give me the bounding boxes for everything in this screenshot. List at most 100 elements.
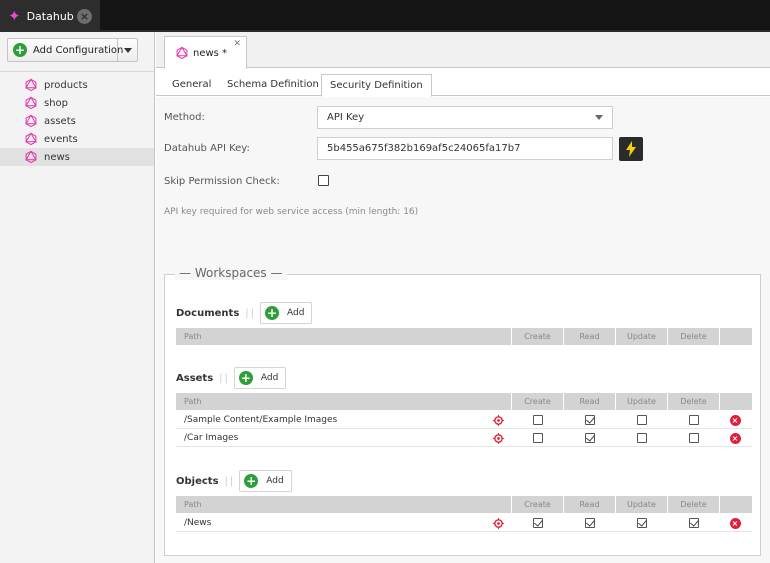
add-label: Add [287, 308, 305, 318]
delete-icon[interactable]: × [729, 414, 741, 426]
add-asset-button[interactable]: + Add [233, 367, 287, 389]
documents-title: Documents [176, 307, 240, 319]
read-checkbox[interactable] [585, 415, 595, 425]
add-configuration-dropdown[interactable] [117, 39, 137, 61]
add-configuration-label: Add Configuration [33, 44, 124, 56]
graphql-icon [176, 46, 188, 60]
add-object-button[interactable]: + Add [239, 470, 292, 492]
target-icon[interactable] [493, 432, 504, 444]
delete-icon[interactable]: × [729, 517, 741, 529]
update-checkbox[interactable] [637, 415, 647, 425]
column-delete: Delete [668, 393, 720, 410]
document-tab-label: news * [193, 47, 228, 59]
create-checkbox[interactable] [533, 433, 543, 443]
document-tab-bar: news * ✕ [156, 32, 770, 69]
target-icon[interactable] [493, 414, 504, 426]
divider [0, 71, 154, 72]
close-icon[interactable]: ✕ [233, 39, 241, 49]
sidebar-item-news[interactable]: news [0, 148, 154, 166]
security-definition-panel: Method: API Key Datahub API Key: 5b455a6… [156, 97, 770, 563]
tab-general[interactable]: General [164, 74, 219, 96]
column-create: Create [512, 393, 564, 410]
method-select[interactable]: API Key [317, 106, 613, 129]
objects-title: Objects [176, 475, 219, 487]
app-tab[interactable]: ✦ Datahub × [0, 0, 100, 32]
update-checkbox[interactable] [637, 433, 647, 443]
sidebar-item-label: products [44, 79, 88, 91]
column-actions [720, 328, 750, 345]
graphql-icon [25, 150, 37, 164]
sidebar: + Add Configuration products shop assets… [0, 32, 155, 563]
column-path: Path [176, 393, 512, 410]
column-actions [720, 393, 750, 410]
graphql-icon [25, 78, 37, 92]
graphql-icon [25, 96, 37, 110]
update-checkbox[interactable] [637, 518, 647, 528]
column-path: Path [176, 328, 512, 345]
delete-checkbox[interactable] [689, 518, 699, 528]
delete-icon[interactable]: × [729, 432, 741, 444]
sidebar-item-products[interactable]: products [0, 76, 154, 94]
tab-schema-definition[interactable]: Schema Definition [219, 74, 327, 96]
add-label: Add [266, 476, 284, 486]
row-path: /Car Images [184, 433, 239, 443]
plus-icon: + [13, 43, 27, 57]
sparkle-icon: ✦ [8, 6, 21, 25]
delete-checkbox[interactable] [689, 415, 699, 425]
target-icon[interactable] [493, 517, 504, 529]
graphql-icon [25, 114, 37, 128]
method-value: API Key [327, 112, 365, 123]
workspaces-legend: — Workspaces — [175, 266, 287, 280]
method-label: Method: [164, 112, 205, 123]
configuration-list: products shop assets events news [0, 76, 154, 166]
chevron-down-icon [123, 47, 132, 53]
skip-permission-checkbox[interactable] [318, 175, 329, 186]
column-create: Create [512, 496, 564, 513]
api-key-hint: API key required for web service access … [164, 207, 419, 217]
api-key-field[interactable]: 5b455a675f382b169af5c24065fa17b7 [317, 137, 613, 160]
sidebar-item-label: assets [44, 115, 76, 127]
documents-section-header: Documents || + Add [176, 302, 313, 324]
column-delete: Delete [668, 496, 720, 513]
create-checkbox[interactable] [533, 415, 543, 425]
document-tab-news[interactable]: news * ✕ [164, 36, 247, 69]
row-path: /Sample Content/Example Images [184, 415, 338, 425]
add-document-button[interactable]: + Add [260, 302, 313, 324]
column-read: Read [564, 393, 616, 410]
section-tabs: General Schema Definition Security Defin… [156, 69, 770, 97]
column-path: Path [176, 496, 512, 513]
create-checkbox[interactable] [533, 518, 543, 528]
sidebar-item-events[interactable]: events [0, 130, 154, 148]
sidebar-item-assets[interactable]: assets [0, 112, 154, 130]
read-checkbox[interactable] [585, 433, 595, 443]
close-icon[interactable]: × [77, 9, 92, 24]
column-update: Update [616, 496, 668, 513]
workspaces-fieldset: — Workspaces — Documents || + Add Path C… [164, 266, 761, 556]
tab-security-definition[interactable]: Security Definition [321, 74, 432, 97]
skip-permission-label: Skip Permission Check: [164, 176, 280, 187]
sidebar-item-label: shop [44, 97, 69, 109]
delete-checkbox[interactable] [689, 433, 699, 443]
column-actions [720, 496, 750, 513]
read-checkbox[interactable] [585, 518, 595, 528]
app-title: Datahub [26, 9, 74, 23]
sidebar-item-label: events [44, 133, 78, 145]
table-row: /News × [176, 514, 752, 532]
chevron-down-icon [595, 115, 603, 120]
plus-icon: + [238, 371, 253, 385]
assets-table-header: Path Create Read Update Delete [176, 393, 752, 410]
column-delete: Delete [668, 328, 720, 345]
documents-table-header: Path Create Read Update Delete [176, 328, 752, 345]
add-label: Add [260, 373, 279, 383]
row-path: /News [184, 518, 212, 528]
add-configuration-button[interactable]: + Add Configuration [7, 38, 138, 62]
api-key-label: Datahub API Key: [164, 143, 250, 154]
objects-section-header: Objects || + Add [176, 470, 292, 492]
assets-section-header: Assets || + Add [176, 367, 287, 389]
column-read: Read [564, 496, 616, 513]
sidebar-item-shop[interactable]: shop [0, 94, 154, 112]
title-bar: ✦ Datahub × [0, 0, 770, 32]
column-read: Read [564, 328, 616, 345]
column-update: Update [616, 328, 668, 345]
generate-key-button[interactable] [619, 137, 643, 161]
